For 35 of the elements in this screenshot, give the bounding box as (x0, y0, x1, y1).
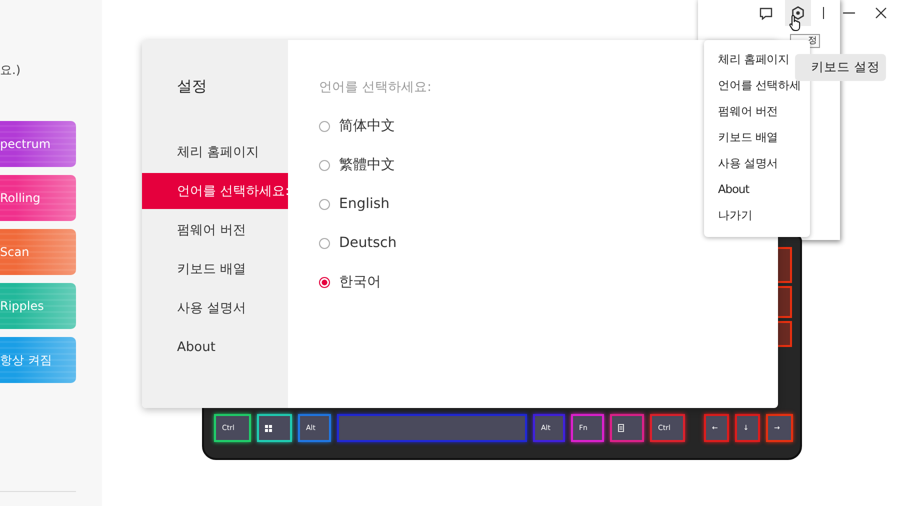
dialog-title: 설정 (176, 76, 208, 96)
menu-item[interactable]: 나가기 (704, 205, 810, 231)
hint-text: 요.) (0, 62, 22, 78)
chat-icon[interactable] (759, 6, 773, 20)
menu-icon (618, 424, 624, 432)
keyboard-settings-button[interactable]: 키보드 설정 (795, 54, 886, 81)
nav-item[interactable]: About (142, 329, 288, 365)
section-heading: 언어를 선택하세요: (319, 79, 432, 96)
language-option[interactable]: 한국어 (319, 269, 381, 295)
menu-item[interactable]: 펌웨어 버전 (704, 101, 810, 127)
nav-item[interactable]: 펌웨어 버전 (142, 212, 288, 248)
language-option[interactable]: 繁體中文 (319, 152, 395, 178)
radio-button[interactable] (319, 160, 330, 170)
radio-button[interactable] (319, 198, 330, 210)
windows-icon (265, 424, 272, 432)
radio-button[interactable] (319, 276, 330, 288)
menu-item[interactable]: 키보드 배열 (704, 127, 810, 153)
language-option[interactable]: English (319, 191, 390, 217)
gear-icon (791, 6, 805, 20)
close-icon[interactable] (874, 6, 888, 20)
effect-button[interactable]: Rolling (0, 175, 76, 221)
language-option[interactable]: Deutsch (319, 230, 397, 256)
radio-button[interactable] (319, 120, 330, 132)
radio-button[interactable] (319, 238, 330, 248)
hand-cursor-icon (789, 14, 802, 32)
nav-item[interactable]: 체리 홈페이지 (142, 134, 288, 170)
effect-button[interactable]: pectrum (0, 121, 76, 167)
settings-button[interactable] (785, 0, 811, 26)
language-option[interactable]: 简体中文 (319, 113, 395, 139)
nav-item[interactable]: 사용 설명서 (142, 290, 288, 326)
nav-item[interactable]: 키보드 배열 (142, 251, 288, 287)
separator-icon (823, 7, 824, 19)
menu-item[interactable]: 사용 설명서 (704, 153, 810, 179)
nav-item[interactable]: 언어를 선택하세요: (142, 173, 288, 209)
menu-item[interactable]: About (704, 179, 810, 205)
